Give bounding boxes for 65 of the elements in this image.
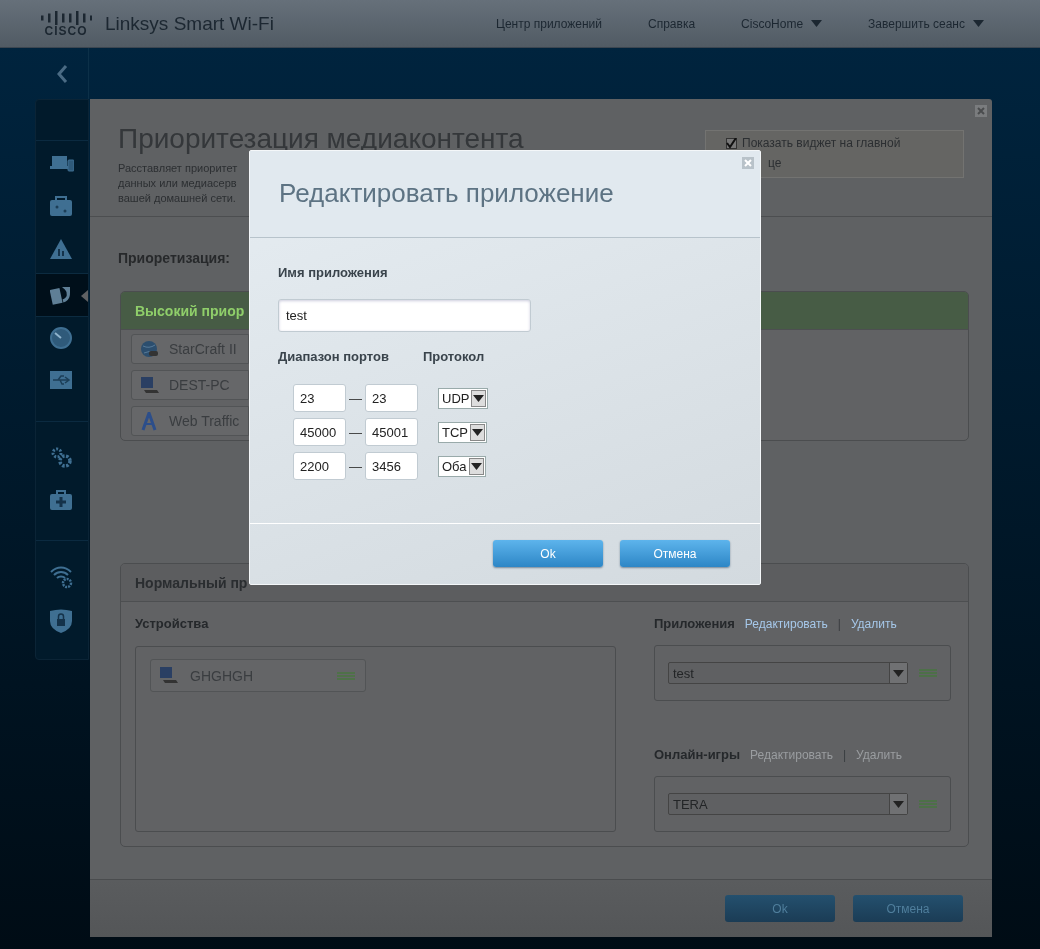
- globe-icon: [140, 339, 159, 359]
- monitor-icon: [140, 375, 159, 395]
- dropdown[interactable]: TCP: [438, 421, 487, 443]
- brand-name: Linksys Smart Wi-Fi: [105, 12, 274, 35]
- logo-bars-icon: [40, 10, 92, 25]
- input-field[interactable]: 23: [365, 384, 418, 412]
- caret-icon: [893, 800, 904, 808]
- field-label: Имя приложения: [278, 265, 389, 280]
- ok-button[interactable]: Ok: [493, 540, 603, 567]
- section-label: Приложения: [654, 616, 735, 631]
- dropdown[interactable]: Оба: [438, 455, 486, 477]
- drag-handle-icon[interactable]: [919, 669, 937, 677]
- dropdown[interactable]: UDP: [438, 387, 489, 409]
- wifi-icon: [50, 565, 74, 589]
- check-icon: [726, 137, 737, 149]
- field-label: Диапазон портов: [278, 349, 389, 364]
- link-separator: |: [843, 748, 847, 762]
- checkbox[interactable]: [726, 137, 737, 149]
- checkbox-label: Показать виджет на главной: [742, 136, 901, 150]
- input-field[interactable]: 23: [293, 384, 346, 412]
- field-label: Протокол: [422, 349, 485, 364]
- action-link[interactable]: Редактировать: [744, 617, 828, 631]
- caret-icon: [473, 394, 485, 402]
- cancel-button[interactable]: Отмена: [620, 540, 730, 567]
- drag-handle-icon[interactable]: [337, 671, 355, 680]
- input-field[interactable]: 3456: [365, 452, 418, 480]
- ok-button[interactable]: Ok: [725, 895, 835, 922]
- dropdown[interactable]: test: [668, 662, 908, 684]
- caret-icon: [472, 428, 483, 436]
- dropdown[interactable]: TERA: [668, 793, 908, 815]
- section-label: Устройства: [135, 616, 210, 631]
- range-dash: —: [348, 458, 363, 474]
- section-label: Онлайн-игры: [654, 747, 741, 762]
- logo-text: CISCO: [44, 24, 88, 37]
- dialog-title: Редактировать приложение: [279, 178, 615, 209]
- a-frame-icon: [140, 411, 159, 431]
- caret-icon: [973, 20, 984, 27]
- input-field[interactable]: 45001: [365, 418, 418, 446]
- input-field[interactable]: 45000: [293, 418, 346, 446]
- input-field[interactable]: test: [278, 299, 531, 332]
- drag-handle-icon[interactable]: [919, 800, 937, 808]
- sidebar-item[interactable]: [36, 273, 88, 317]
- link-separator: |: [837, 617, 841, 631]
- settings-icon: [50, 446, 74, 470]
- nav-link[interactable]: Завершить сеанс: [868, 16, 984, 31]
- shield-lock-icon: [50, 609, 74, 633]
- nav-link[interactable]: Центр приложений: [496, 16, 602, 31]
- briefcase-icon: [50, 195, 74, 219]
- action-link[interactable]: Удалить: [850, 617, 897, 631]
- nav-link[interactable]: CiscoHome: [741, 16, 823, 31]
- caret-icon: [811, 20, 823, 27]
- caret-icon: [470, 462, 482, 470]
- close-icon[interactable]: [742, 157, 754, 169]
- gauge-icon: [50, 327, 74, 351]
- input-field[interactable]: 2200: [293, 452, 346, 480]
- section-label: Приоретизация:: [118, 250, 231, 266]
- range-dash: —: [348, 390, 363, 406]
- range-dash: —: [348, 424, 363, 440]
- monitor-icon: [159, 666, 178, 685]
- checkbox-label: це: [768, 156, 782, 170]
- caret-icon: [893, 669, 904, 677]
- cancel-button[interactable]: Отмена: [853, 895, 963, 922]
- pointer-icon: [81, 290, 88, 302]
- nav-link[interactable]: Справка: [648, 16, 696, 31]
- close-icon[interactable]: [975, 105, 987, 117]
